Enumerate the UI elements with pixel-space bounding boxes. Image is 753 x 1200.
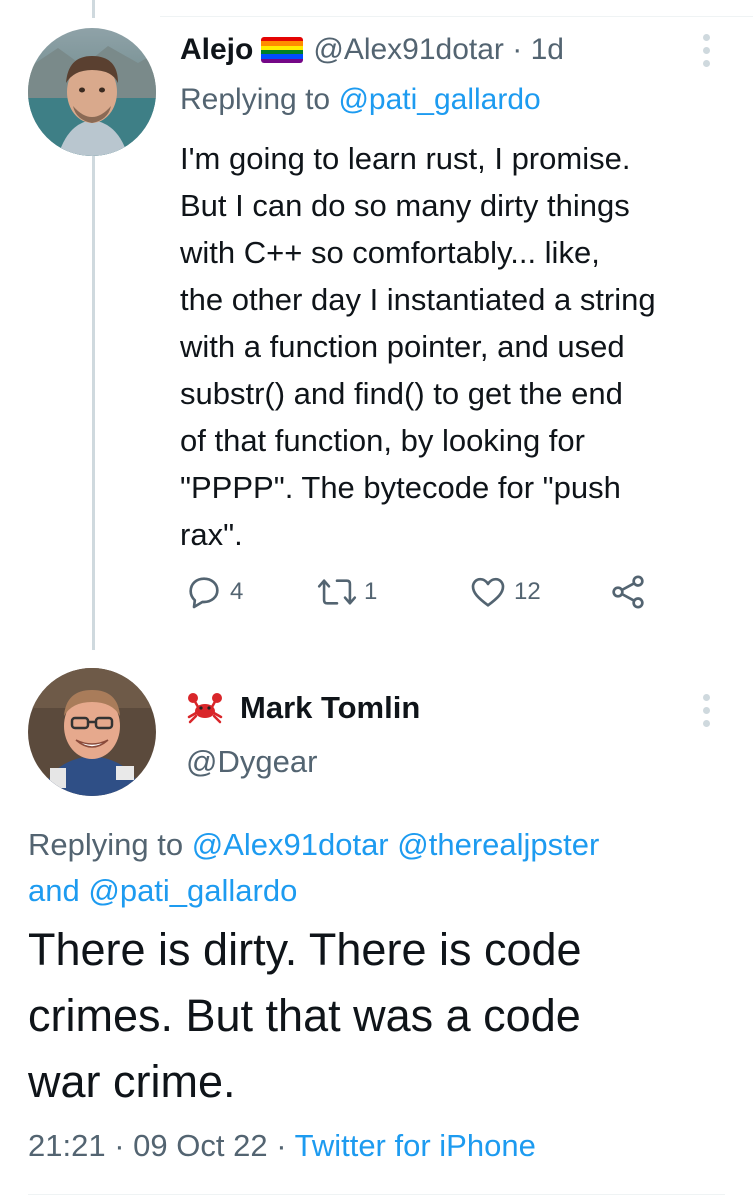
mention-link[interactable]: @pati_gallardo xyxy=(338,83,540,116)
more-options-icon[interactable] xyxy=(700,34,712,67)
replying-prefix: Replying to xyxy=(180,83,331,116)
tweet-metadata: 21:21 · 09 Oct 22 · Twitter for iPhone xyxy=(28,1124,536,1168)
rainbow-flag-icon xyxy=(261,37,304,63)
heart-icon xyxy=(471,577,505,607)
share-icon xyxy=(612,575,644,609)
tweet-text-line: war crime. xyxy=(28,1056,236,1107)
mention-link[interactable]: @pati_gallardo xyxy=(88,873,297,908)
tweet-text-line: substr() and find() to get the end xyxy=(180,376,623,411)
user-handle[interactable]: @Dygear xyxy=(186,740,317,784)
tweet-time[interactable]: 21:21 xyxy=(28,1128,106,1163)
tweet-text-line: There is dirty. There is code xyxy=(28,924,582,975)
reply-button[interactable]: 4 xyxy=(184,572,243,612)
tweet-text-line: with a function pointer, and used xyxy=(180,329,625,364)
tweet-text-line: "PPPP". The bytecode for "push xyxy=(180,470,621,505)
tweet-date[interactable]: 09 Oct 22 xyxy=(133,1128,267,1163)
divider xyxy=(160,16,753,17)
crab-icon xyxy=(187,693,223,724)
tweet-text-line: with C++ so comfortably... like, xyxy=(180,235,600,270)
tweet-text: I'm going to learn rust, I promise. But … xyxy=(180,135,740,558)
user-handle[interactable]: @Alex91dotar xyxy=(313,33,504,66)
retweet-icon xyxy=(317,579,357,605)
tweet-actions: 4 1 12 xyxy=(180,572,700,618)
separator: · xyxy=(114,1128,125,1163)
timestamp[interactable]: 1d xyxy=(531,33,564,66)
tweet-text-line: crimes. But that was a code xyxy=(28,990,581,1041)
tweet-text-line: the other day I instantiated a string xyxy=(180,282,656,317)
separator: · xyxy=(276,1128,287,1163)
share-button[interactable] xyxy=(608,572,648,612)
retweet-count: 1 xyxy=(364,578,378,605)
tweet-text-line: rax". xyxy=(180,517,243,552)
mention-link[interactable]: @Alex91dotar xyxy=(192,827,389,862)
display-name[interactable]: Mark Tomlin xyxy=(240,686,420,730)
tweet-header: Alejo @Alex91dotar · 1d xyxy=(180,30,564,70)
replying-to: Replying to @pati_gallardo xyxy=(180,80,541,120)
tweet-text-line: I'm going to learn rust, I promise. xyxy=(180,141,631,176)
replying-to: Replying to @Alex91dotar @therealjpster … xyxy=(28,822,738,914)
like-button[interactable]: 12 xyxy=(468,572,541,612)
thread-connector xyxy=(92,150,95,650)
tweet-text-line: of that function, by looking for xyxy=(180,423,585,458)
thread-connector-top xyxy=(92,0,95,18)
reply-icon xyxy=(189,577,219,609)
tweet-text-line: But I can do so many dirty things xyxy=(180,188,630,223)
display-name[interactable]: Alejo xyxy=(180,33,253,66)
mention-link[interactable]: @therealjpster xyxy=(397,827,599,862)
divider xyxy=(28,1194,725,1195)
avatar-mark-tomlin[interactable] xyxy=(28,668,156,796)
more-options-icon[interactable] xyxy=(700,694,712,727)
tweet-source[interactable]: Twitter for iPhone xyxy=(295,1128,536,1163)
like-count: 12 xyxy=(514,578,541,605)
tweet-text: There is dirty. There is code crimes. Bu… xyxy=(28,917,738,1115)
avatar-alejo[interactable] xyxy=(28,28,156,156)
replying-prefix: Replying to xyxy=(28,827,184,862)
tweet2-name-row: Mark Tomlin xyxy=(186,686,420,730)
separator: · xyxy=(512,33,523,66)
reply-count: 4 xyxy=(230,578,244,605)
replying-and[interactable]: and xyxy=(28,873,80,908)
retweet-button[interactable]: 1 xyxy=(316,572,377,612)
